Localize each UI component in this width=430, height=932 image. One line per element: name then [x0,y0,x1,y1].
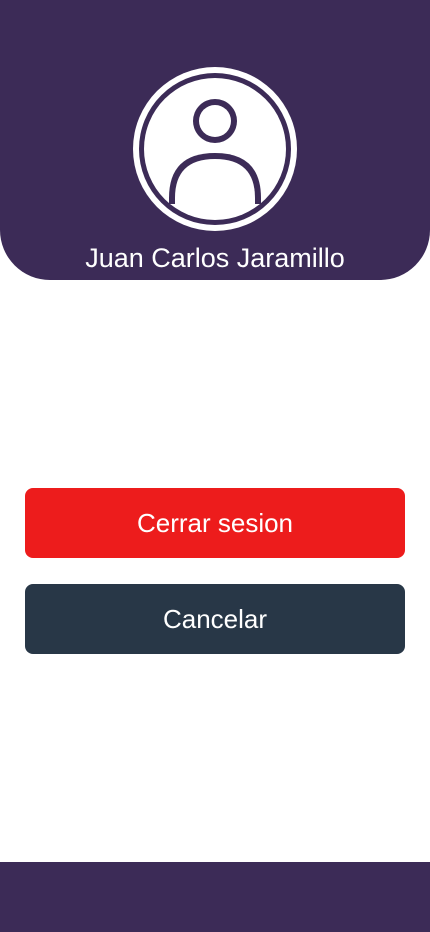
bottom-bar [0,862,430,932]
profile-header: Juan Carlos Jaramillo [0,0,430,280]
user-avatar-icon [132,66,298,232]
cancel-button[interactable]: Cancelar [25,584,405,654]
logout-button[interactable]: Cerrar sesion [25,488,405,558]
user-name: Juan Carlos Jaramillo [85,243,345,273]
